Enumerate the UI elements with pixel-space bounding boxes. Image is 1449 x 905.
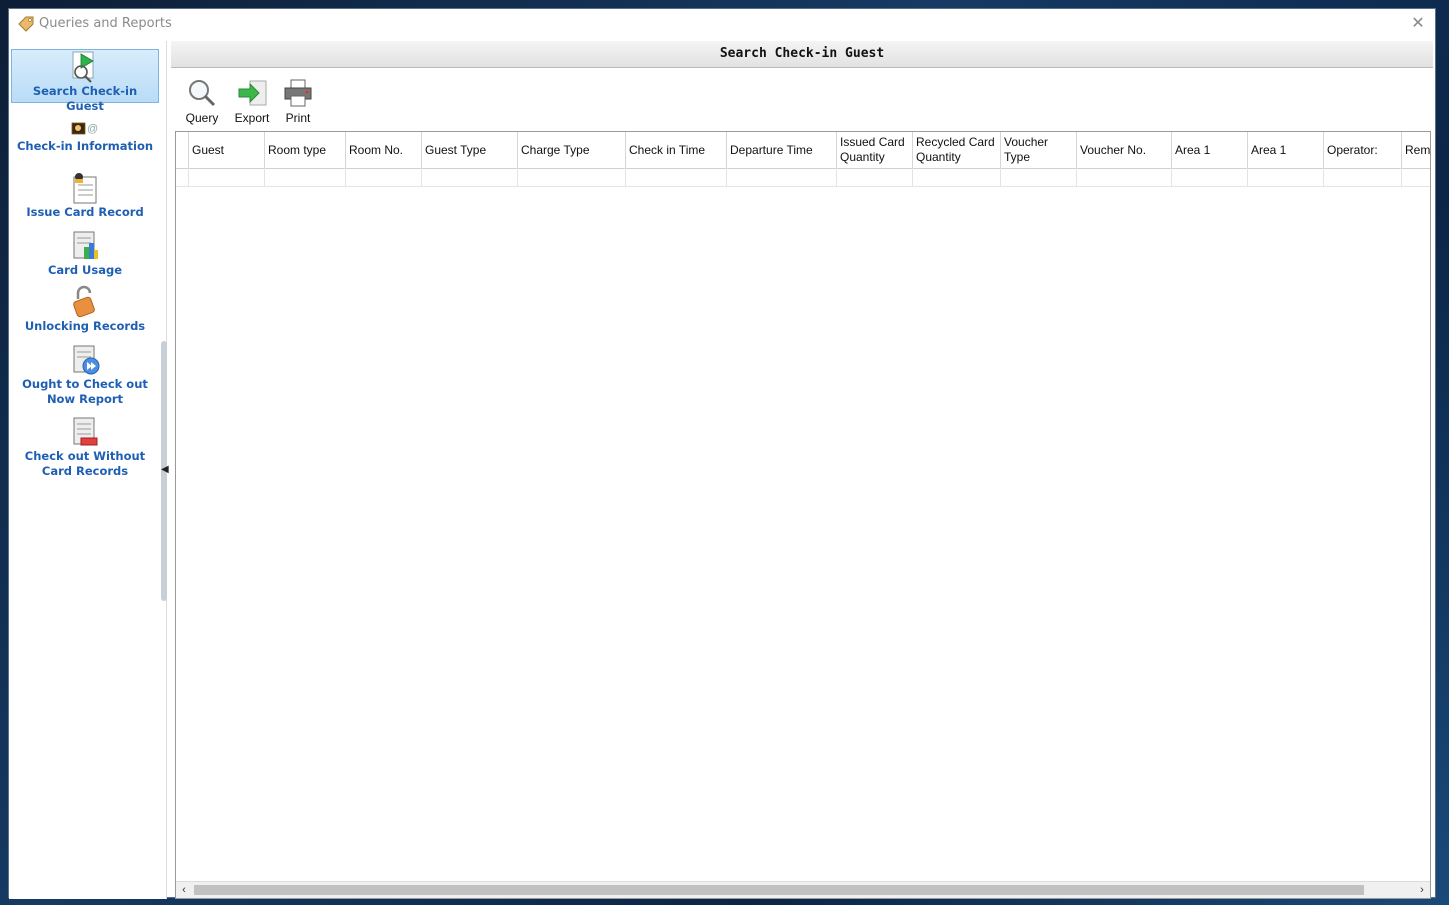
- issue-card-icon: [73, 173, 97, 204]
- table-cell[interactable]: [189, 168, 265, 186]
- table-cell[interactable]: [913, 168, 1001, 186]
- tag-icon: [18, 16, 34, 32]
- table-cell[interactable]: [1172, 168, 1248, 186]
- table-header: Guest Room type Room No. Guest Type Char…: [176, 132, 1430, 169]
- card-usage-icon: [73, 231, 98, 259]
- guest-table: Guest Room type Room No. Guest Type Char…: [175, 131, 1431, 899]
- scroll-left-arrow[interactable]: ‹: [176, 882, 192, 898]
- unlock-icon: [73, 285, 95, 318]
- column-header[interactable]: Voucher Type: [1001, 132, 1077, 168]
- table-cell[interactable]: [727, 168, 837, 186]
- column-header[interactable]: Issued Card Quantity: [837, 132, 913, 168]
- column-header[interactable]: Room No.: [346, 132, 422, 168]
- column-header[interactable]: Recycled Card Quantity: [913, 132, 1001, 168]
- export-button[interactable]: Export: [229, 75, 275, 127]
- nav-label: Card Usage: [47, 263, 123, 277]
- check-out-report-icon: [73, 345, 100, 375]
- row-selector-header: [176, 132, 189, 168]
- main-panel: Search Check-in Guest Query Export Print…: [171, 41, 1433, 899]
- nav-label: Unlocking Records: [24, 319, 146, 333]
- column-header[interactable]: Area 1: [1248, 132, 1324, 168]
- column-header[interactable]: Room type: [265, 132, 346, 168]
- panel-title: Search Check-in Guest: [171, 41, 1433, 68]
- query-label: Query: [185, 111, 219, 125]
- close-button[interactable]: ✕: [1407, 13, 1429, 35]
- table-cell[interactable]: [265, 168, 346, 186]
- nav-item-search-check-in-guest[interactable]: Search Check-in Guest: [11, 49, 159, 113]
- query-button[interactable]: Query: [179, 75, 225, 127]
- search-guest-icon: [72, 51, 94, 83]
- export-label: Export: [234, 111, 270, 125]
- table-row[interactable]: [176, 168, 1430, 187]
- table-cell[interactable]: [518, 168, 626, 186]
- column-header[interactable]: Departure Time: [727, 132, 837, 168]
- table-cell[interactable]: [837, 168, 913, 186]
- nav-label: Check out Without Card Records: [24, 449, 146, 478]
- svg-text:@: @: [87, 123, 98, 135]
- export-icon: [238, 80, 267, 106]
- print-button[interactable]: Print: [275, 75, 321, 127]
- check-out-without-card-icon: [73, 417, 98, 446]
- title-bar: Queries and Reports ✕: [9, 9, 1435, 39]
- nav-item-unlocking-records[interactable]: Unlocking Records: [11, 285, 159, 337]
- nav-label: Issue Card Record: [26, 205, 144, 219]
- column-header[interactable]: Check in Time: [626, 132, 727, 168]
- table-cell[interactable]: [346, 168, 422, 186]
- table-cell[interactable]: [1324, 168, 1402, 186]
- column-header[interactable]: Guest Type: [422, 132, 518, 168]
- table-cell[interactable]: [422, 168, 518, 186]
- horizontal-scrollbar[interactable]: ‹ ›: [176, 881, 1430, 898]
- nav-label: Ought to Check out Now Report: [22, 377, 148, 406]
- nav-label: Check-in Information: [16, 139, 154, 153]
- nav-item-ought-to-check-out-now-report[interactable]: Ought to Check out Now Report: [11, 343, 159, 409]
- queries-reports-window: Queries and Reports ✕ Search Check-in Gu…: [8, 8, 1436, 899]
- table-cell[interactable]: [1077, 168, 1172, 186]
- nav-item-check-out-without-card-records[interactable]: Check out Without Card Records: [11, 415, 159, 481]
- table-cell[interactable]: [626, 168, 727, 186]
- scroll-thumb[interactable]: [194, 885, 1364, 895]
- column-header[interactable]: Rem: [1402, 132, 1430, 168]
- row-selector[interactable]: [176, 168, 189, 186]
- column-header[interactable]: Charge Type: [518, 132, 626, 168]
- column-header[interactable]: Guest: [189, 132, 265, 168]
- collapse-arrow-icon[interactable]: ◀: [161, 464, 169, 475]
- table-cell[interactable]: [1001, 168, 1077, 186]
- column-header[interactable]: Voucher No.: [1077, 132, 1172, 168]
- check-in-info-icon: @: [71, 122, 98, 135]
- printer-icon: [284, 79, 312, 107]
- nav-label: Search Check-in Guest: [32, 84, 138, 113]
- nav-item-issue-card-record[interactable]: Issue Card Record: [11, 171, 159, 221]
- table-cell[interactable]: [1248, 168, 1324, 186]
- magnifier-icon: [189, 80, 216, 107]
- scroll-right-arrow[interactable]: ›: [1414, 882, 1430, 898]
- nav-item-card-usage[interactable]: Card Usage: [11, 229, 159, 279]
- table-cell[interactable]: [1402, 168, 1430, 186]
- window-title: Queries and Reports: [39, 16, 172, 31]
- column-header[interactable]: Area 1: [1172, 132, 1248, 168]
- column-header[interactable]: Operator:: [1324, 132, 1402, 168]
- report-nav: Search Check-in Guest @ Check-in Informa…: [9, 41, 169, 899]
- nav-item-check-in-information[interactable]: @ Check-in Information: [11, 117, 159, 161]
- print-label: Print: [285, 111, 311, 125]
